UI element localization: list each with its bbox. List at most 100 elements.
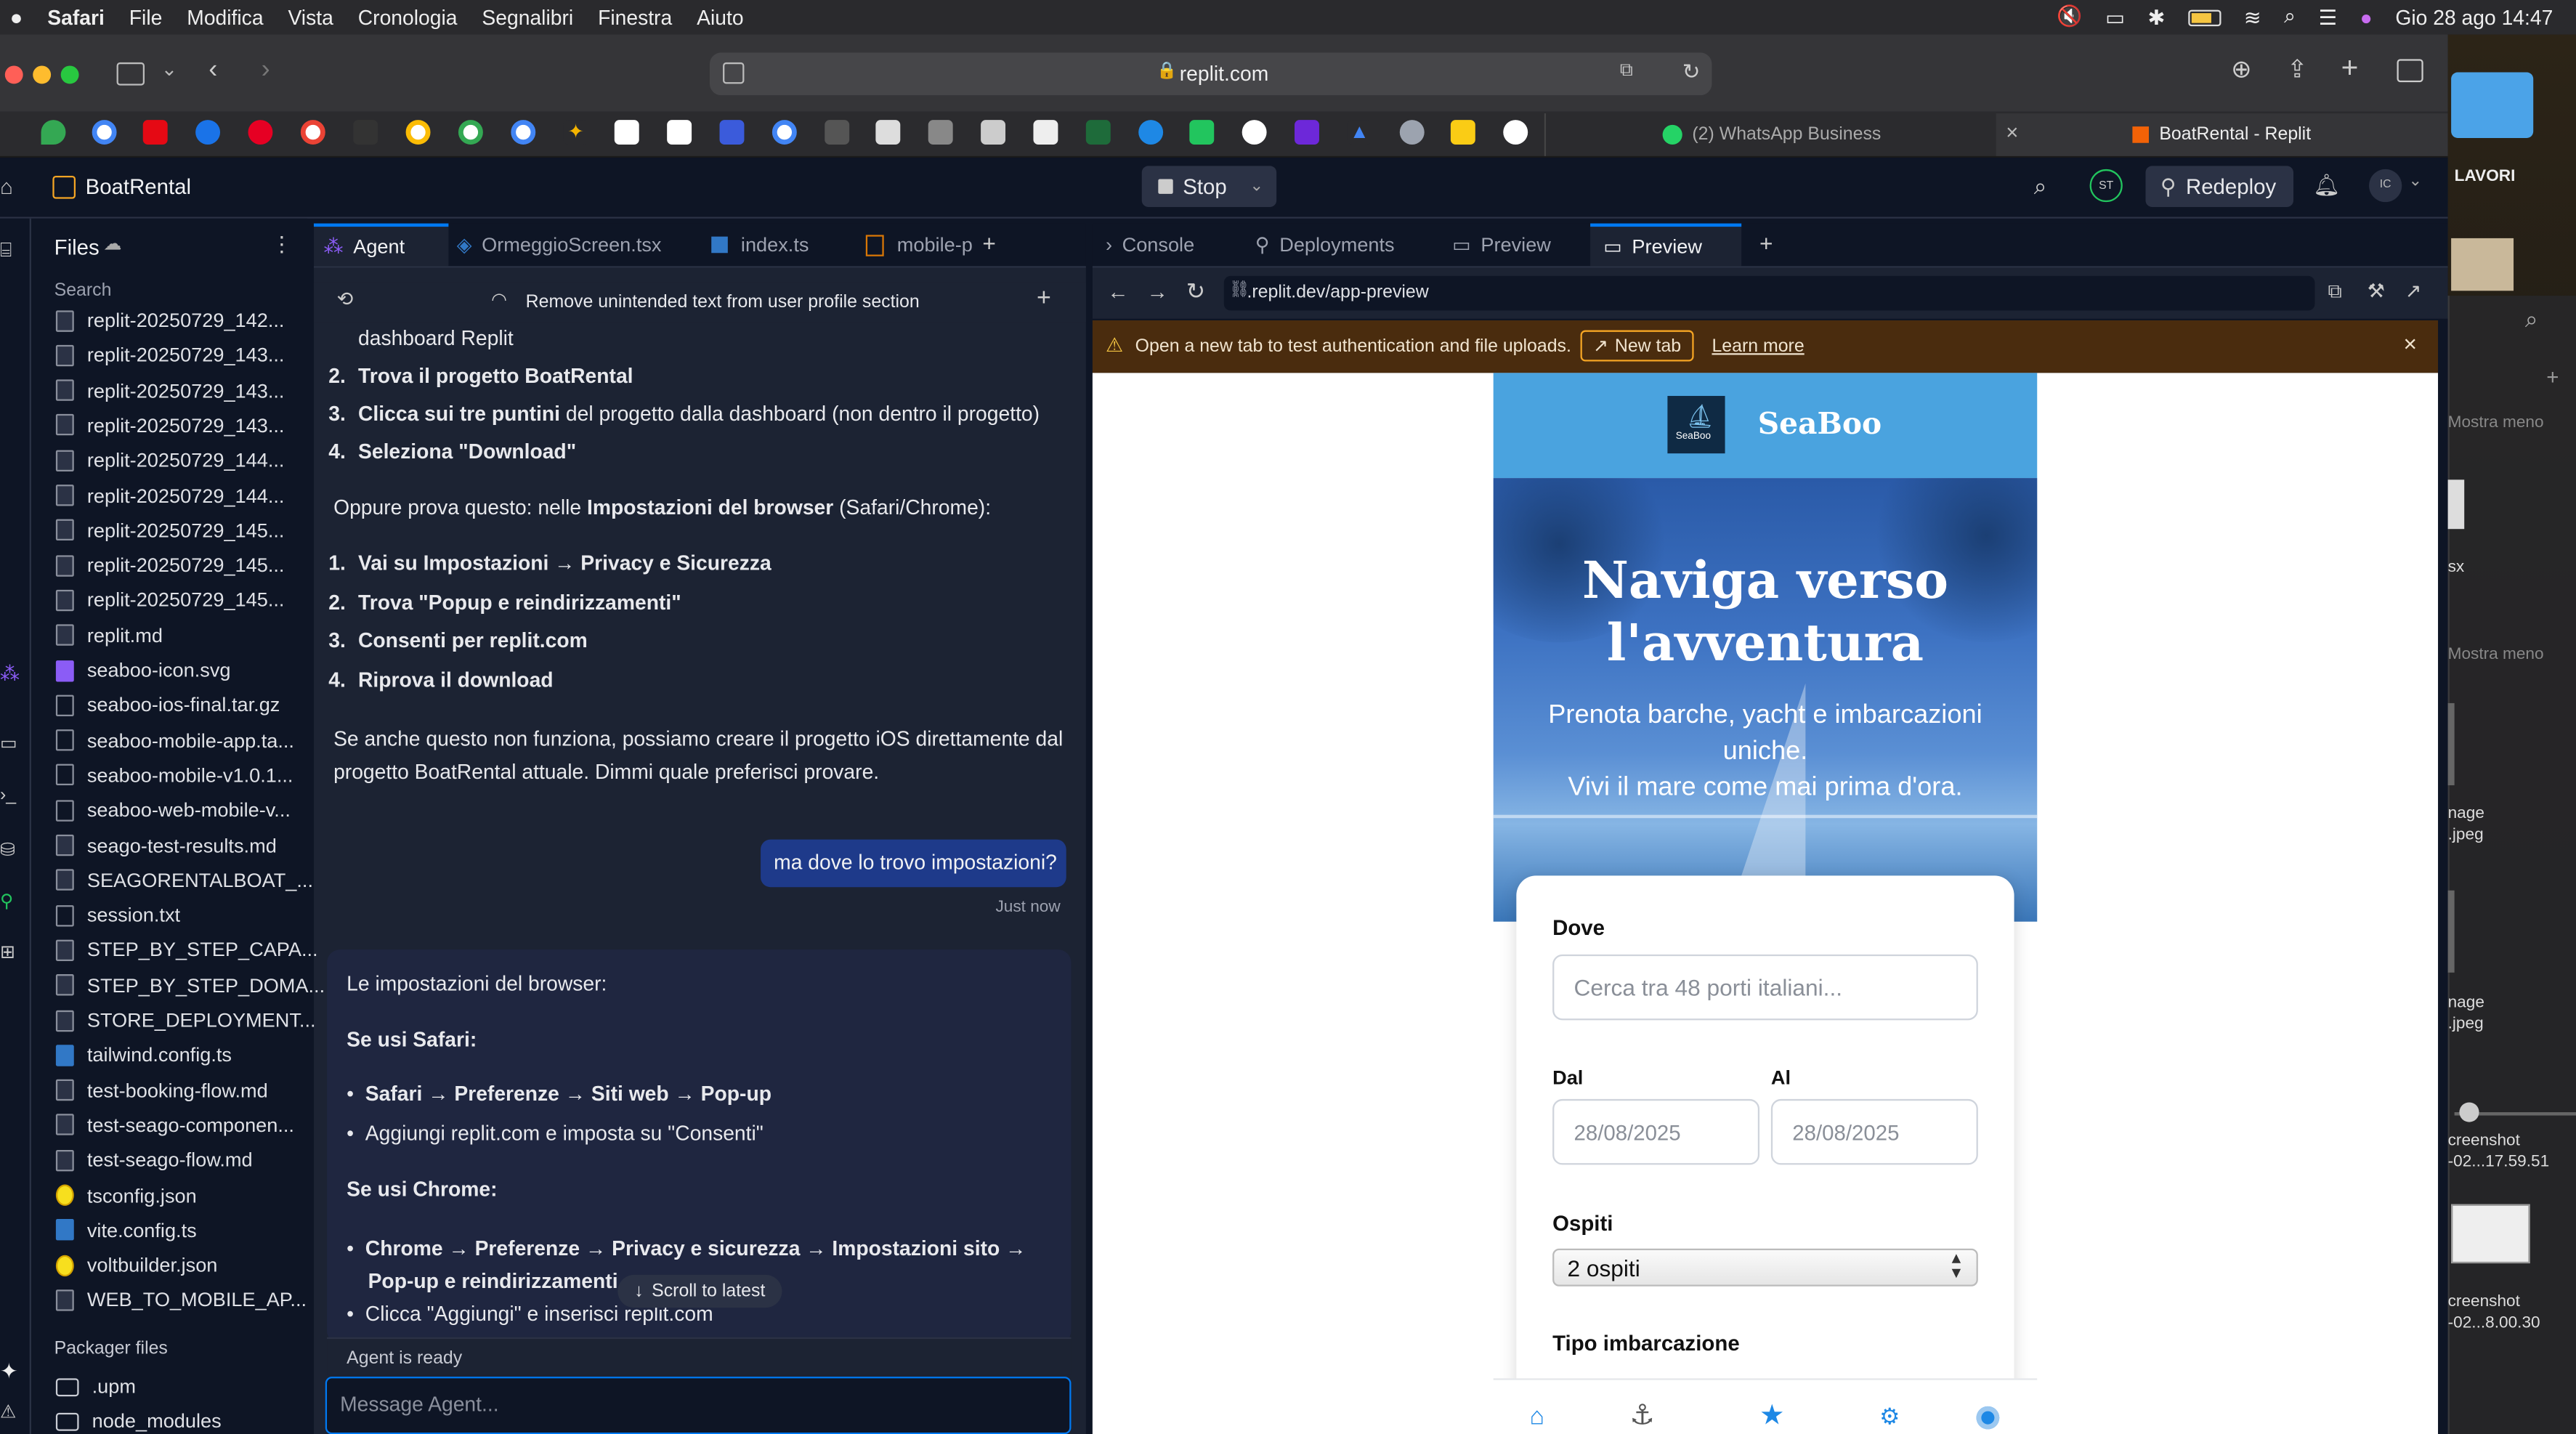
window-icon[interactable]: ▭ xyxy=(2105,5,2125,30)
anchor-icon[interactable]: ⚓︎ xyxy=(1629,1400,1654,1433)
site-favicon-icon[interactable] xyxy=(928,120,953,145)
page-menu-icon[interactable] xyxy=(723,62,745,84)
zoom-window-button[interactable] xyxy=(60,65,79,84)
thumbnail-image[interactable] xyxy=(2451,238,2514,291)
search-icon[interactable]: ⌕ xyxy=(2034,172,2047,200)
file-item[interactable]: replit-20250729_143... xyxy=(55,339,284,372)
file-item[interactable]: tailwind.config.ts xyxy=(55,1039,232,1072)
mostra-meno-link[interactable]: Mostra meno xyxy=(2448,646,2576,664)
google-favicon-icon[interactable] xyxy=(511,120,536,145)
site-favicon-icon[interactable] xyxy=(353,120,378,145)
file-item[interactable]: replit-20250729_142... xyxy=(55,304,284,336)
site-favicon-icon[interactable] xyxy=(1138,120,1164,145)
project-name[interactable]: BoatRental xyxy=(86,174,191,199)
terminal-icon[interactable]: ›_ xyxy=(0,785,16,805)
mostra-meno-link[interactable]: Mostra meno xyxy=(2448,414,2576,432)
sparkle-icon[interactable]: ✦ xyxy=(0,1358,18,1385)
google-favicon-icon[interactable] xyxy=(92,120,117,145)
google-favicon-icon[interactable] xyxy=(771,120,797,145)
tab-agent[interactable]: ⁂ Agent xyxy=(313,223,449,267)
apps-icon[interactable]: ⊞ xyxy=(0,941,15,963)
menu-vista[interactable]: Vista xyxy=(288,6,333,29)
bell-icon[interactable]: 🔔︎ xyxy=(2313,172,2340,198)
file-item[interactable]: test-booking-flow.md xyxy=(55,1074,268,1106)
tab-index[interactable]: index.ts xyxy=(711,224,809,267)
tab-preview-active[interactable]: ▭ Preview xyxy=(1590,223,1742,267)
file-item[interactable]: SEAGORENTALBOAT_... xyxy=(55,864,313,896)
profile-icon[interactable] xyxy=(1976,1406,2000,1430)
files-icon[interactable]: ⌸ xyxy=(0,238,12,263)
mute-icon[interactable]: 🔇 xyxy=(2057,5,2082,30)
apple-icon[interactable]: ● xyxy=(10,5,23,30)
translate-icon[interactable]: ⧉ xyxy=(1620,61,1633,82)
netflix-favicon-icon[interactable] xyxy=(142,120,168,145)
database-icon[interactable]: ⛁ xyxy=(0,840,15,861)
share-icon[interactable]: ⇪ xyxy=(2287,54,2307,84)
url-text[interactable]: replit.com xyxy=(1180,62,1269,86)
menu-aiuto[interactable]: Aiuto xyxy=(697,6,743,29)
file-item[interactable]: seaboo-icon.svg xyxy=(55,654,231,686)
bluetooth-icon[interactable]: ✱ xyxy=(2147,5,2165,30)
pinterest-favicon-icon[interactable] xyxy=(248,120,273,145)
dal-date-input[interactable]: 28/08/2025 xyxy=(1552,1098,1760,1165)
new-tab-button[interactable]: ↗ New tab xyxy=(1580,330,1694,362)
site-favicon-icon[interactable] xyxy=(719,120,745,145)
file-item[interactable]: STEP_BY_STEP_DOMA... xyxy=(55,969,325,1002)
file-item-node-modules[interactable]: node_modules xyxy=(55,1405,222,1434)
file-item[interactable]: replit-20250729_144... xyxy=(55,479,284,511)
external-link-icon[interactable]: ↗ xyxy=(2405,279,2422,302)
al-date-input[interactable]: 28/08/2025 xyxy=(1770,1098,1978,1165)
file-item[interactable]: test-seago-componen... xyxy=(55,1109,294,1141)
file-item[interactable]: seaboo-mobile-v1.0.1... xyxy=(55,759,293,792)
site-favicon-icon[interactable]: ▲ xyxy=(1347,120,1372,145)
message-agent-input[interactable]: Message Agent... xyxy=(325,1377,1072,1434)
redeploy-button[interactable]: ⚲ Redeploy xyxy=(2145,166,2294,207)
scroll-to-latest-button[interactable]: ↓ Scroll to latest xyxy=(617,1274,782,1308)
address-bar[interactable]: 🔒 replit.com ⧉ ↻ xyxy=(709,52,1712,96)
tab-preview[interactable]: ▭ Preview xyxy=(1452,224,1551,267)
file-item[interactable]: seago-test-results.md xyxy=(55,829,277,862)
tab-deployments[interactable]: ⚲ Deployments xyxy=(1255,224,1395,267)
avatar-ic[interactable]: IC xyxy=(2369,169,2402,203)
site-favicon-icon[interactable] xyxy=(1033,120,1058,145)
google-favicon-icon[interactable] xyxy=(458,120,483,145)
site-favicon-icon[interactable] xyxy=(667,120,692,145)
chevron-down-icon[interactable]: ⌄ xyxy=(1249,177,1263,195)
more-icon[interactable]: ⋮ xyxy=(271,232,292,258)
menu-file[interactable]: File xyxy=(129,6,163,29)
file-item[interactable]: session.txt xyxy=(55,899,180,931)
file-item[interactable]: voltbuilder.json xyxy=(55,1249,218,1281)
new-tab-icon[interactable]: + xyxy=(2341,51,2359,85)
avatar-st[interactable]: ST xyxy=(2089,169,2123,203)
search-icon[interactable]: ⌕ xyxy=(2525,306,2538,333)
menu-segnalibri[interactable]: Segnalibri xyxy=(482,6,573,29)
tab-replit[interactable]: × BoatRental - Replit xyxy=(1996,113,2448,156)
file-item[interactable]: replit-20250729_145... xyxy=(55,514,284,546)
wifi-icon[interactable]: ≋ xyxy=(2244,5,2261,30)
close-icon[interactable]: × xyxy=(2404,331,2418,357)
download-icon[interactable]: ⊕ xyxy=(2231,54,2251,84)
slider-knob[interactable] xyxy=(2459,1102,2479,1122)
star-favicon-icon[interactable]: ✦ xyxy=(563,120,588,145)
chevron-down-icon[interactable]: ⌄ xyxy=(161,57,178,81)
back-icon[interactable]: ← xyxy=(1107,279,1128,304)
file-item[interactable]: seaboo-ios-final.tar.gz xyxy=(55,689,280,721)
site-favicon-icon[interactable] xyxy=(1189,120,1215,145)
add-tab-icon[interactable]: + xyxy=(1759,230,1773,256)
tab-console[interactable]: › Console xyxy=(1106,224,1194,267)
file-thumbnail-icon[interactable] xyxy=(2447,479,2465,530)
site-favicon-icon[interactable] xyxy=(1295,120,1319,145)
file-item[interactable]: replit-20250729_145... xyxy=(55,584,284,617)
reload-icon[interactable]: ↻ xyxy=(1186,278,1206,305)
file-item[interactable]: replit.md xyxy=(55,619,163,652)
file-item[interactable]: replit-20250729_143... xyxy=(55,374,284,407)
gear-icon[interactable]: ⚙ xyxy=(1879,1403,1900,1430)
site-favicon-icon[interactable] xyxy=(981,120,1006,145)
close-window-button[interactable] xyxy=(4,65,23,84)
google-favicon-icon[interactable] xyxy=(405,120,431,145)
site-favicon-icon[interactable] xyxy=(1503,120,1528,145)
preview-url-input[interactable]: ⛓ .replit.dev/app-preview xyxy=(1223,275,2315,311)
learn-more-link[interactable]: Learn more xyxy=(1712,337,1804,357)
file-item[interactable]: vite.config.ts xyxy=(55,1214,197,1247)
forward-icon[interactable]: › xyxy=(262,56,270,86)
